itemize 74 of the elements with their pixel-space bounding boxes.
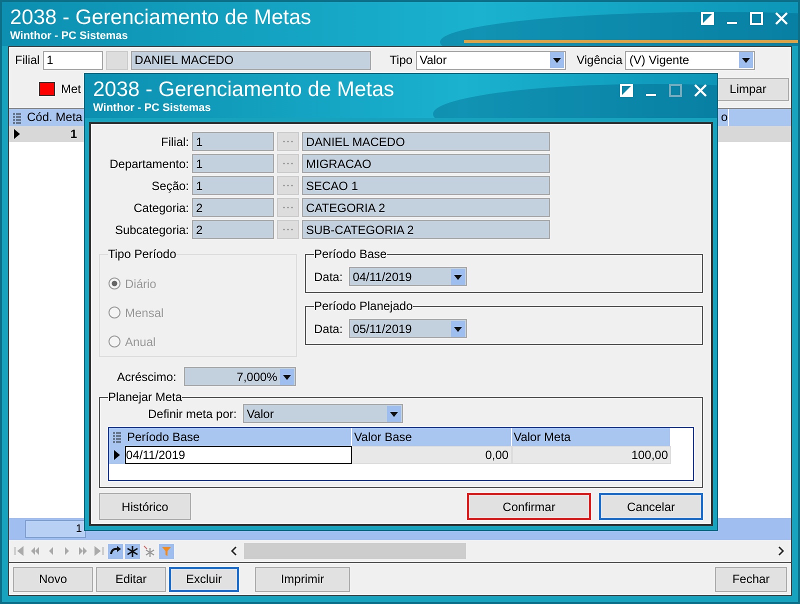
window-subtitle: Winthor - PC Sistemas [10,30,129,42]
refresh-icon[interactable] [108,544,123,558]
ellipsis-icon [282,184,294,187]
ellipsis-icon [282,162,294,165]
table-cell: 0,00 [352,446,512,464]
table-cell: 100,00 [512,446,672,464]
radio-label: Diário [125,276,156,290]
scroll-left-icon[interactable] [230,546,238,556]
code-field[interactable]: 1 [192,132,274,151]
restore-icon[interactable] [620,84,633,97]
filial-label: Filial [15,53,40,67]
code-field[interactable]: 2 [192,220,274,239]
group-title: Período Planejado [314,299,413,313]
field-label: Subcategoria: [114,222,189,236]
vigencia-dropdown[interactable]: (V) Vigente [625,50,756,70]
date-dropdown[interactable]: 05/11/2019 [348,319,467,338]
row-indicator-icon [12,128,22,140]
field-label: Categoria: [132,200,189,214]
close-icon[interactable] [694,84,707,97]
window-title: 2038 - Gerenciamento de Metas [10,6,312,30]
ellipsis-icon [282,140,294,143]
code-field[interactable]: 1 [192,176,274,195]
filial-name-field: DANIEL MACEDO [130,50,371,70]
tipo-label: Tipo [390,53,413,67]
field-label: Departamento: [108,156,189,170]
name-field: DANIEL MACEDO [302,132,550,151]
ellipsis-icon [282,228,294,231]
scroll-right-icon[interactable] [777,546,785,556]
action-button[interactable]: Novo [13,566,93,592]
group-title: Período Base [314,247,387,261]
increase-dropdown[interactable]: 7,000% [184,367,296,386]
legend-label: Met [61,82,82,96]
window-title: 2038 - Gerenciamento de Metas [93,78,394,102]
dialog-button[interactable]: Confirmar [467,493,591,520]
dialog-button[interactable]: Histórico [99,493,191,520]
define-goal-label: Definir meta por: [148,406,237,420]
table-cell: 04/11/2019 [125,446,352,464]
action-button[interactable]: Fechar [715,566,787,592]
field-label: Seção: [150,178,189,192]
table-cell-text: 1 [69,127,77,141]
tipo-dropdown[interactable]: Valor [416,50,566,70]
vigencia-label: Vigência [576,53,622,67]
summary-count: 1 [25,520,86,538]
action-button[interactable]: Editar [96,566,166,592]
group-title: Tipo Período [108,247,176,261]
asterisk-icon[interactable] [125,544,140,558]
filter-icon[interactable] [159,544,174,558]
radio-label: Mensal [125,306,164,320]
date-label: Data: [314,322,343,336]
define-goal-dropdown[interactable]: Valor [242,404,403,423]
date-label: Data: [314,270,343,284]
name-field: CATEGORIA 2 [302,198,550,217]
group-title: Planejar Meta [108,390,182,404]
dialog-button[interactable]: Cancelar [599,493,703,520]
code-field[interactable]: 1 [192,154,274,173]
date-dropdown[interactable]: 04/11/2019 [348,267,467,286]
action-button[interactable]: Excluir [169,566,239,592]
ellipsis-icon [282,206,294,209]
window-subtitle: Winthor - PC Sistemas [93,102,212,114]
column-menu-icon[interactable] [12,112,22,124]
name-field: MIGRACAO [302,154,550,173]
row-indicator-icon [112,449,122,461]
action-button[interactable]: Imprimir [255,566,350,592]
table-row[interactable]: 04/11/2019 0,00 100,00 [109,446,671,464]
name-field: SUB-CATEGORIA 2 [302,220,550,239]
radio-label: Anual [125,334,156,348]
field-label: Filial: [160,134,189,148]
filial-code-field[interactable]: 1 [42,50,103,70]
increase-label: Acréscimo: [117,370,176,384]
code-field[interactable]: 2 [192,198,274,217]
name-field: SECAO 1 [302,176,550,195]
column-menu-icon[interactable] [112,431,122,443]
restore-icon[interactable] [701,12,714,25]
close-icon[interactable] [775,12,788,25]
